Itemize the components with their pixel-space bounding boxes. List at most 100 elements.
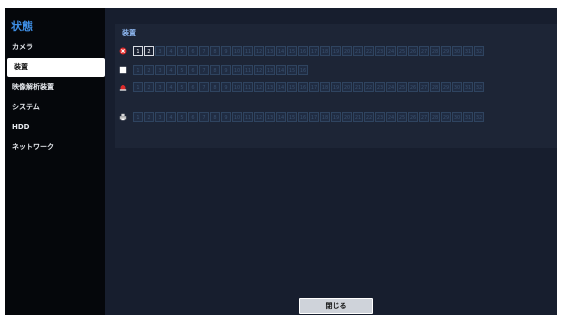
channel-box: 16 <box>298 65 308 75</box>
channel-box: 6 <box>188 46 198 56</box>
channel-box: 27 <box>419 112 429 122</box>
channel-box: 1 <box>133 82 143 92</box>
channel-box: 18 <box>320 82 330 92</box>
sidebar-menu: カメラ 装置 映像解析装置 システム HDD ネットワーク <box>5 38 105 158</box>
channel-boxes: 1 2 3 4 5 6 7 8 9 10 11 12 13 14 15 16 17 18 19 20 21 22 23 24 2… <box>133 112 528 123</box>
printer-icon <box>119 113 127 121</box>
channel-box: 24 <box>386 46 396 56</box>
channel-box: 22 <box>364 82 374 92</box>
channel-boxes: 1 2 3 4 5 6 7 8 9 10 11 12 13 14 15 16 <box>133 65 528 76</box>
alert-light-icon <box>119 85 127 91</box>
channel-box: 4 <box>166 46 176 56</box>
channel-box: 25 <box>397 112 407 122</box>
channel-box: 9 <box>221 112 231 122</box>
channel-box: 22 <box>364 112 374 122</box>
channel-box: 11 <box>243 82 253 92</box>
channel-box: 31 <box>463 82 473 92</box>
channel-box: 5 <box>177 46 187 56</box>
channel-box: 19 <box>331 112 341 122</box>
channel-box: 23 <box>375 112 385 122</box>
channel-box: 13 <box>265 112 275 122</box>
channel-box: 14 <box>276 112 286 122</box>
channel-box: 29 <box>441 112 451 122</box>
channel-box: 11 <box>243 112 253 122</box>
channel-box: 21 <box>353 82 363 92</box>
channel-box: 7 <box>199 112 209 122</box>
channel-box: 29 <box>441 46 451 56</box>
channel-box: 9 <box>221 82 231 92</box>
channel-box: 17 <box>309 46 319 56</box>
channel-box: 32 <box>474 46 484 56</box>
channel-box: 3 <box>155 112 165 122</box>
channel-box: 9 <box>221 46 231 56</box>
channel-box: 29 <box>441 82 451 92</box>
channel-box: 4 <box>166 82 176 92</box>
channel-box: 3 <box>155 46 165 56</box>
channel-box: 8 <box>210 46 220 56</box>
channel-box: 6 <box>188 112 198 122</box>
channel-box: 4 <box>166 65 176 75</box>
channel-box: 4 <box>166 112 176 122</box>
channel-boxes: 1 2 3 4 5 6 7 8 9 10 11 12 13 14 15 16 17 18 19 20 21 22 23 24 2… <box>133 82 528 93</box>
channel-box: 16 <box>298 46 308 56</box>
channel-box: 28 <box>430 82 440 92</box>
channel-box: 1 <box>133 112 143 122</box>
channel-box: 12 <box>254 112 264 122</box>
channel-box: 3 <box>155 65 165 75</box>
channel-box: 14 <box>276 46 286 56</box>
channel-box: 15 <box>287 65 297 75</box>
channel-box: 12 <box>254 65 264 75</box>
channel-box: 11 <box>243 46 253 56</box>
channel-box: 10 <box>232 46 242 56</box>
channel-box: 5 <box>177 65 187 75</box>
channel-box: 2 <box>144 82 154 92</box>
channel-box: 9 <box>221 65 231 75</box>
channel-box: 26 <box>408 82 418 92</box>
channel-box: 5 <box>177 82 187 92</box>
channel-box: 7 <box>199 46 209 56</box>
channel-box: 8 <box>210 82 220 92</box>
channel-box: 11 <box>243 65 253 75</box>
channel-box: 16 <box>298 112 308 122</box>
sidebar-item-video-analytics[interactable]: 映像解析装置 <box>5 78 105 97</box>
sidebar-item-system[interactable]: システム <box>5 98 105 117</box>
channel-box: 10 <box>232 112 242 122</box>
sidebar-item-camera[interactable]: カメラ <box>5 38 105 57</box>
channel-box: 18 <box>320 46 330 56</box>
channel-box: 2 <box>144 46 154 56</box>
channel-box: 21 <box>353 112 363 122</box>
channel-box: 17 <box>309 82 319 92</box>
channel-box: 32 <box>474 112 484 122</box>
status-window: 状態 カメラ 装置 映像解析装置 システム HDD ネットワーク 装置 1234… <box>5 8 557 315</box>
channel-box: 12 <box>254 46 264 56</box>
panel-title: 装置 <box>122 29 136 37</box>
sidebar-item-network[interactable]: ネットワーク <box>5 138 105 157</box>
channel-box: 6 <box>188 82 198 92</box>
channel-box: 24 <box>386 82 396 92</box>
channel-box: 31 <box>463 46 473 56</box>
channel-box: 1 <box>133 46 143 56</box>
close-button[interactable]: 閉じる <box>299 298 373 314</box>
channel-boxes: 1 2 3 4 5 6 7 8 9 10 11 12 13 14 15 16 17 18 19 20 21 22 23 24 2… <box>133 46 528 57</box>
channel-box: 25 <box>397 82 407 92</box>
channel-box: 15 <box>287 112 297 122</box>
channel-box: 26 <box>408 46 418 56</box>
channel-box: 10 <box>232 65 242 75</box>
channel-box: 21 <box>353 46 363 56</box>
sidebar-item-device[interactable]: 装置 <box>7 58 105 77</box>
channel-box: 27 <box>419 82 429 92</box>
channel-box: 20 <box>342 82 352 92</box>
channel-box: 7 <box>199 65 209 75</box>
channel-box: 25 <box>397 46 407 56</box>
channel-box: 24 <box>386 112 396 122</box>
channel-box: 15 <box>287 46 297 56</box>
channel-box: 30 <box>452 82 462 92</box>
channel-box: 23 <box>375 46 385 56</box>
sidebar-item-hdd[interactable]: HDD <box>5 118 105 137</box>
channel-box: 28 <box>430 112 440 122</box>
channel-box: 7 <box>199 82 209 92</box>
channel-box: 1 <box>133 65 143 75</box>
channel-box: 13 <box>265 46 275 56</box>
channel-box: 14 <box>276 82 286 92</box>
channel-box: 15 <box>287 82 297 92</box>
